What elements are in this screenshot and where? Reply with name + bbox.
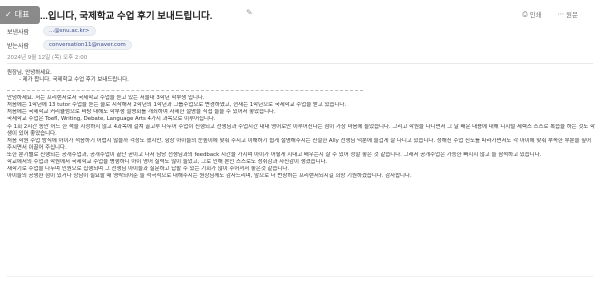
to-row: 받는사람 conversation11@naver.com — [7, 38, 132, 52]
mail-meta: 보낸사람 ...@snu.ac.kr> 받는사람 conversation11@… — [7, 24, 132, 61]
more-icon: ⋯ — [557, 10, 565, 18]
from-chip[interactable]: ...@snu.ac.kr> — [43, 26, 96, 36]
mail-body: 원장님, 안녕하세요. - 제가 합니다. 국제학교 수업 후기 보내드립니다.… — [7, 70, 595, 180]
body-paragraph: 또한 분기별로 진행되는 공개수업과, 공개수업이 끝난 곧이고 나서 담당 선… — [7, 151, 542, 158]
body-paragraph: 처음에는 국제학교 커리큘럼으로 바탕 대해도 학부생 설명회를 개최하여 자세… — [7, 109, 276, 116]
from-label: 보낸사람 — [7, 28, 30, 36]
footer-divider — [7, 276, 593, 277]
badge-label: 대표 — [14, 10, 30, 19]
body-separator — [7, 90, 363, 92]
intro-line: - 제가 합니다. 국제학교 수업 후기 보내드립니다. — [19, 77, 129, 84]
print-icon: ⎙ — [522, 9, 528, 18]
mail-date: 2024년 9월 12일 (목) 오후 2:00 — [7, 55, 88, 61]
body-paragraph: 안녕하세요. 저는 프리랜서로서 국제학교 수업을 듣고 있는 서울대 3학년 … — [7, 95, 205, 102]
to-label: 받는사람 — [7, 42, 30, 50]
body-paragraph: 학교에서의 수업과 학원에서 국제학교 수업을 병행하니 아이 영어 실력도 많… — [7, 159, 328, 166]
body-paragraph: 아이들의 공생환 점이 있거나 상담이 필요할 때 영락되어준 늘 적극적으로 … — [7, 173, 412, 180]
print-label: 인쇄 — [529, 11, 542, 19]
original-button[interactable]: ⋯ 원문 — [558, 9, 578, 19]
print-button[interactable]: ⎙ 인쇄 — [522, 9, 542, 20]
body-paragraph: 새학기로 수업을 나누며 인원으로 집행되며 그 선생님 아이들과 질문하고 답… — [7, 166, 290, 173]
body-paragraph: 주 1회 2시간 동안 어느 한 책을 지정하지 않고 4과목에 걸쳐 골고루 … — [7, 123, 595, 137]
from-row: 보낸사람 ...@snu.ac.kr> — [7, 24, 132, 38]
top-actions: ⎙ 인쇄 ⋯ 원문 — [522, 9, 578, 20]
mail-subject: ...입니다, 국제학교 수업 후기 보내드립니다. — [40, 11, 213, 22]
check-icon: ✓ — [5, 10, 12, 19]
body-paragraph: 국제학교 수업은 Toefl, Writing, Debate, Languag… — [7, 116, 216, 123]
edit-icon[interactable]: ✎ — [246, 8, 253, 17]
body-paragraph: 처음에는 1학년에 13 tutor 수업을 듣는 줄로 시작해서 2학년의 1… — [7, 102, 347, 109]
body-paragraph: 처음 학원 수업 방식에 아이가 적응하기 어렵지 않을까 걱정도 했지만, 항… — [7, 137, 592, 151]
original-label: 원문 — [566, 11, 578, 19]
to-chip[interactable]: conversation11@naver.com — [43, 40, 132, 50]
representative-badge[interactable]: ✓ 대표 — [0, 6, 40, 24]
header-divider — [7, 63, 593, 64]
